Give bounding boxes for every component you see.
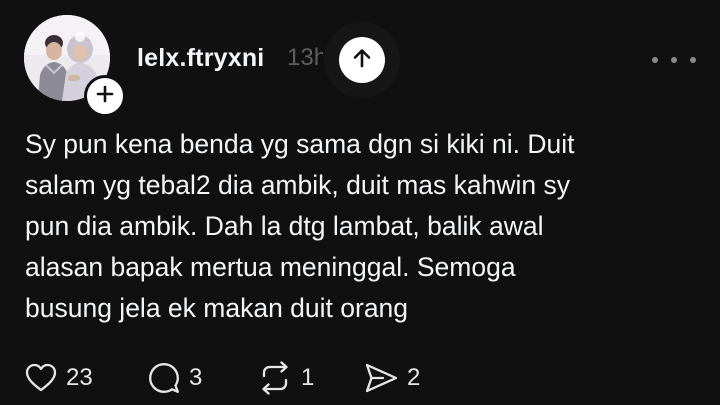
thread-post: lelx.ftryxni 13h Sy pun kena benda yg sa… bbox=[0, 0, 720, 405]
post-timestamp: 13h bbox=[287, 44, 323, 71]
username[interactable]: lelx.ftryxni bbox=[137, 44, 264, 73]
more-horizontal-icon bbox=[652, 57, 658, 63]
share-count: 2 bbox=[407, 364, 421, 391]
avatar-container bbox=[24, 15, 126, 117]
repost-count: 1 bbox=[301, 364, 315, 391]
like-button[interactable]: 23 bbox=[24, 358, 147, 398]
reply-button[interactable]: 3 bbox=[147, 358, 257, 398]
comment-icon bbox=[147, 361, 181, 395]
repost-button[interactable]: 1 bbox=[257, 358, 363, 398]
scroll-to-top-button[interactable] bbox=[339, 37, 385, 83]
more-dot bbox=[671, 57, 677, 63]
more-dot bbox=[690, 57, 696, 63]
more-options-button[interactable] bbox=[652, 48, 696, 72]
post-text: Sy pun kena benda yg sama dgn si kiki ni… bbox=[25, 129, 575, 323]
like-count: 23 bbox=[66, 364, 93, 391]
send-icon bbox=[363, 361, 399, 395]
repost-icon bbox=[257, 361, 293, 395]
plus-icon bbox=[96, 85, 114, 108]
follow-button[interactable] bbox=[84, 75, 126, 117]
scroll-to-top-container bbox=[324, 22, 400, 98]
post-actions: 23 3 1 2 bbox=[24, 358, 443, 398]
arrow-up-icon bbox=[350, 46, 374, 75]
reply-count: 3 bbox=[189, 364, 203, 391]
share-button[interactable]: 2 bbox=[363, 358, 443, 398]
heart-icon bbox=[24, 361, 58, 395]
